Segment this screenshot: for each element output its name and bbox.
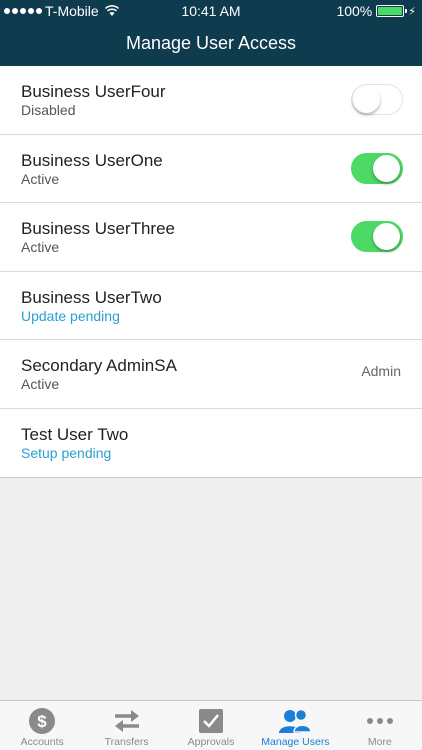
- tab-approvals[interactable]: Approvals: [169, 701, 253, 750]
- battery-percent: 100%: [336, 3, 373, 19]
- transfer-arrows-icon: [114, 710, 139, 732]
- access-toggle[interactable]: [351, 221, 403, 252]
- tab-transfers[interactable]: Transfers: [84, 701, 168, 750]
- access-toggle[interactable]: [351, 152, 403, 184]
- tab-label: Transfers: [104, 736, 149, 748]
- user-name: Business UserThree: [21, 219, 176, 238]
- checkbox-icon: [199, 709, 224, 733]
- user-row-business-userfour[interactable]: Business UserFour Disabled: [0, 66, 422, 135]
- user-status: Active: [21, 170, 60, 187]
- status-bar: T-Mobile 10:41 AM 100% ⚡: [0, 0, 422, 22]
- tab-label: More: [367, 736, 392, 748]
- access-toggle[interactable]: [351, 84, 403, 115]
- user-row-business-userthree[interactable]: Business UserThree Active: [0, 203, 422, 272]
- ellipsis-icon: [366, 718, 393, 724]
- user-row-test-user-two[interactable]: Test User Two Setup pending: [0, 409, 422, 478]
- tab-label: Accounts: [20, 736, 64, 748]
- user-name: Business UserOne: [21, 150, 163, 170]
- user-status: Disabled: [21, 102, 76, 118]
- tab-accounts[interactable]: $ Accounts: [0, 701, 84, 750]
- tab-label: Manage Users: [261, 736, 330, 748]
- user-name: Secondary AdminSA: [21, 356, 177, 375]
- tab-label: Approvals: [187, 736, 235, 748]
- tab-bar: $ Accounts Transfers Approvals Manage Us…: [0, 700, 422, 750]
- user-list: Business UserFour Disabled Business User…: [0, 66, 422, 478]
- charging-bolt-icon: ⚡: [408, 5, 416, 18]
- page-title: Manage User Access: [125, 33, 297, 53]
- battery-icon: [376, 5, 408, 17]
- user-row-business-usertwo[interactable]: Business UserTwo Update pending: [0, 272, 422, 340]
- tab-more[interactable]: More: [338, 701, 422, 750]
- dollar-circle-icon: $: [29, 708, 56, 734]
- user-name: Test User Two: [21, 424, 129, 444]
- user-row-secondary-adminsa[interactable]: Secondary AdminSA Active Admin: [0, 340, 422, 409]
- user-status: Active: [21, 239, 60, 255]
- user-name: Business UserTwo: [21, 287, 162, 307]
- tab-manage-users[interactable]: Manage Users: [253, 701, 337, 750]
- user-name: Business UserFour: [21, 82, 166, 101]
- svg-text:$: $: [37, 712, 47, 731]
- user-status: Update pending: [21, 307, 120, 324]
- user-status: Active: [21, 376, 60, 392]
- user-row-business-userone[interactable]: Business UserOne Active: [0, 135, 422, 203]
- nav-header: T-Mobile 10:41 AM 100% ⚡ Manage User Acc…: [0, 0, 422, 66]
- users-icon: [279, 708, 313, 733]
- user-status: Setup pending: [21, 444, 112, 461]
- user-role-label: Admin: [361, 363, 401, 379]
